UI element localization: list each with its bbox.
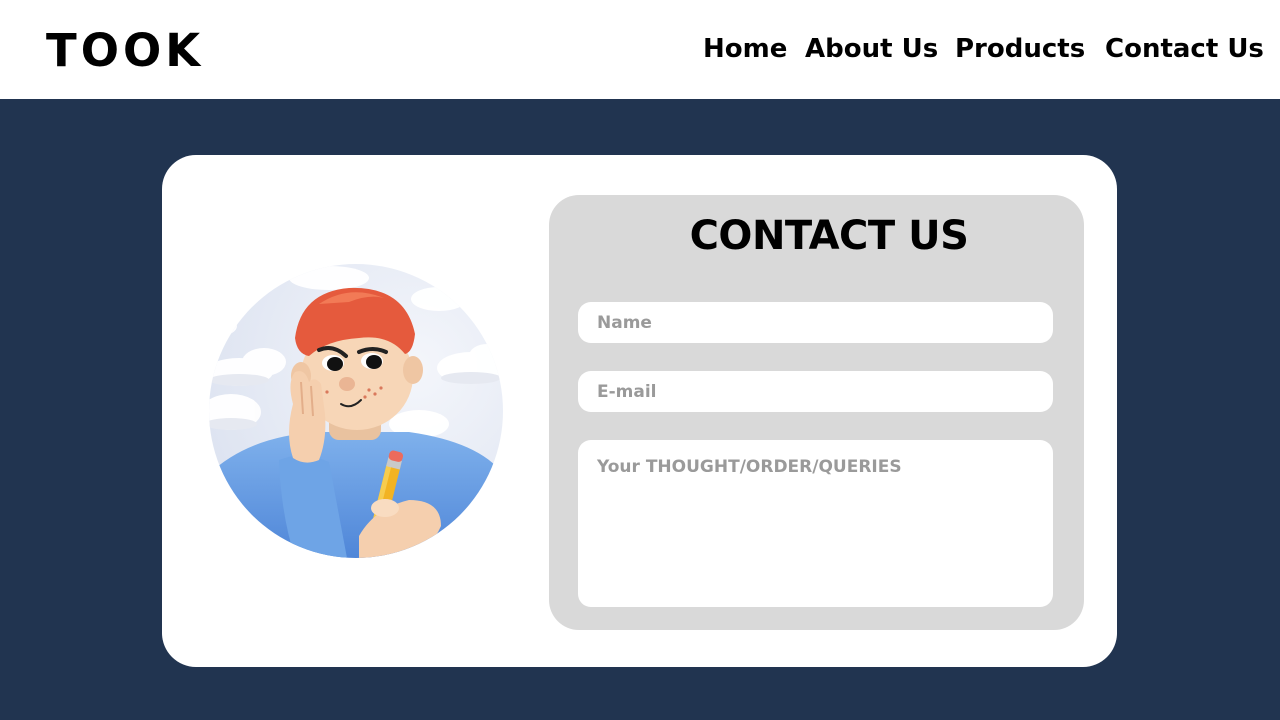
email-input[interactable]: [578, 371, 1053, 412]
site-header: TOOK Home About Us Products Contact Us: [0, 0, 1280, 99]
message-textarea[interactable]: [578, 440, 1053, 607]
nav-link-home[interactable]: Home: [703, 30, 787, 68]
nav-link-products[interactable]: Products: [955, 30, 1085, 68]
contact-form-title: CONTACT US: [689, 213, 969, 259]
nav-link-contact-us[interactable]: Contact Us: [1105, 30, 1264, 68]
person-thinking-icon: [209, 264, 503, 558]
nav-link-about-us[interactable]: About Us: [805, 30, 938, 68]
site-logo[interactable]: TOOK: [46, 24, 204, 78]
name-input[interactable]: [578, 302, 1053, 343]
person-illustration-avatar: [209, 264, 503, 558]
